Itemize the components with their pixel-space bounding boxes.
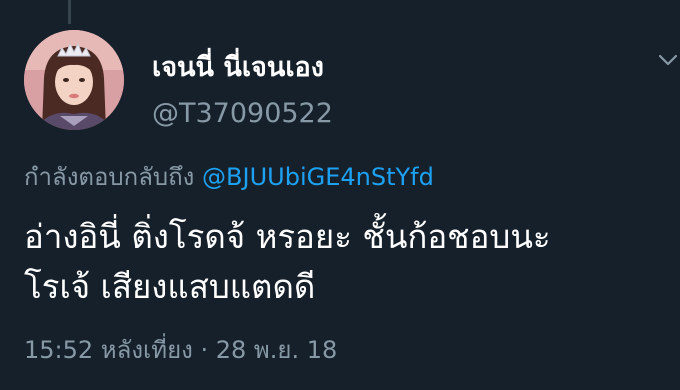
- tweet-text: อ่างอินี่ ติ่งโรดจ้ หรอยะ ชั้นก้อชอบนะ โ…: [24, 212, 680, 312]
- replying-to: กำลังตอบกลับถึง @BJUUbiGE4nStYfd: [24, 160, 434, 194]
- reply-mention-link[interactable]: @BJUUbiGE4nStYfd: [202, 163, 434, 191]
- thread-connector-line: [68, 0, 71, 24]
- tweet-timestamp[interactable]: 15:52 หลังเที่ยง · 28 พ.ย. 18: [24, 333, 337, 367]
- chevron-down-icon[interactable]: [656, 52, 680, 68]
- user-handle[interactable]: @T37090522: [152, 96, 333, 132]
- meta-separator: ·: [200, 336, 209, 364]
- tweet-time: 15:52 หลังเที่ยง: [24, 336, 193, 364]
- replying-to-label: กำลังตอบกลับถึง: [24, 163, 195, 191]
- profile-photo-icon: [24, 30, 124, 130]
- tweet-date: 28 พ.ย. 18: [215, 336, 338, 364]
- tweet-text-line: โรเจ้ เสียงแสบแตดดี: [24, 267, 316, 306]
- display-name[interactable]: เจนนี่ นี่เจนเอง: [152, 50, 333, 86]
- tweet-text-line: อ่างอินี่ ติ่งโรดจ้ หรอยะ ชั้นก้อชอบนะ: [24, 217, 551, 256]
- tweet-card[interactable]: เจนนี่ นี่เจนเอง @T37090522 กำลังตอบกลับ…: [0, 0, 680, 390]
- avatar[interactable]: [24, 30, 124, 130]
- author-info[interactable]: เจนนี่ นี่เจนเอง @T37090522: [152, 50, 333, 132]
